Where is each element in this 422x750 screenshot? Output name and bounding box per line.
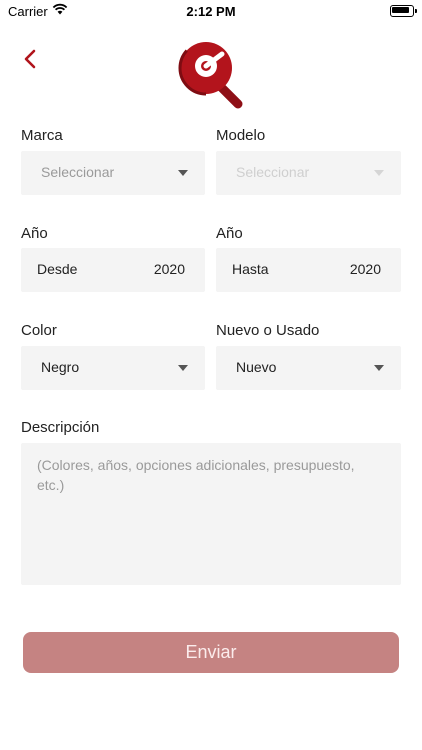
anio-desde-label: Año [21,225,48,242]
anio-hasta-label: Año [216,225,243,242]
anio-hasta-field[interactable]: Hasta 2020 [216,248,401,292]
clock: 2:12 PM [186,4,236,19]
chevron-down-icon [374,170,384,176]
modelo-select[interactable]: Seleccionar [216,151,401,195]
descripcion-label: Descripción [21,419,100,436]
chevron-down-icon [178,365,188,371]
marca-select[interactable]: Seleccionar [21,151,205,195]
descripcion-textarea[interactable]: (Colores, años, opciones adicionales, pr… [21,443,401,585]
marca-value: Seleccionar [41,164,115,180]
anio-desde-field[interactable]: Desde 2020 [21,248,205,292]
condicion-value: Nuevo [236,359,277,375]
condicion-select[interactable]: Nuevo [216,346,401,390]
status-bar: Carrier 2:12 PM [0,0,422,22]
marca-label: Marca [21,127,63,144]
color-value: Negro [41,359,80,375]
color-select[interactable]: Negro [21,346,205,390]
anio-hasta-text: Hasta [232,261,269,277]
modelo-value: Seleccionar [236,164,310,180]
back-button[interactable] [18,46,44,72]
enviar-button[interactable]: Enviar [23,632,399,673]
descripcion-placeholder: (Colores, años, opciones adicionales, pr… [37,457,355,493]
anio-desde-value: 2020 [153,261,185,277]
condicion-label: Nuevo o Usado [216,322,320,339]
app-logo-icon [178,40,243,109]
modelo-label: Modelo [216,127,266,144]
anio-hasta-value: 2020 [349,261,381,277]
chevron-down-icon [374,365,384,371]
anio-desde-text: Desde [37,261,78,277]
color-label: Color [21,322,57,339]
chevron-left-icon [24,49,36,69]
chevron-down-icon [178,170,188,176]
battery-icon [390,5,417,17]
